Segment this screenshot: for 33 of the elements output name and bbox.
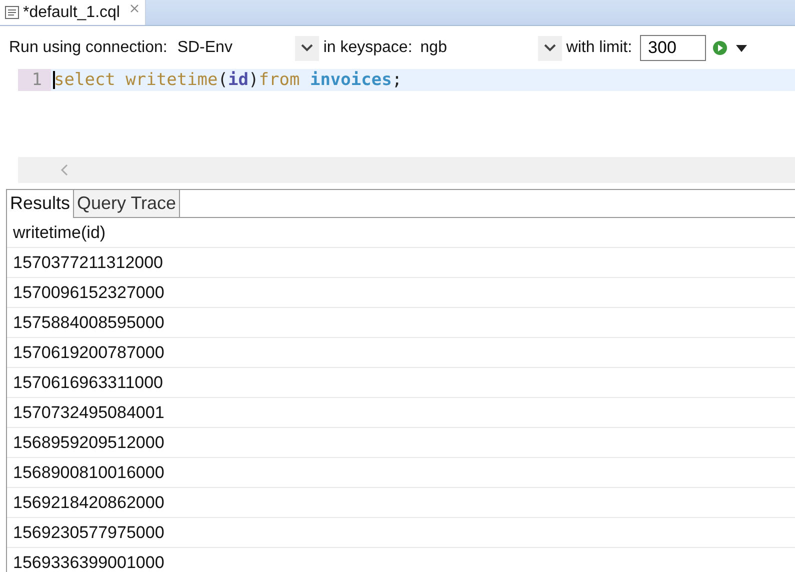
dropdown-arrow-icon[interactable] (736, 44, 748, 52)
table-cell: 1569230577975000 (13, 522, 164, 542)
scroll-left-icon[interactable] (60, 164, 68, 176)
table-cell: 1569218420862000 (13, 492, 164, 512)
table-cell: 1570732495084001 (13, 402, 164, 422)
run-icon[interactable] (712, 40, 728, 56)
table-cell: 1570616963311000 (13, 372, 164, 392)
table-cell: 1568900810016000 (13, 462, 164, 482)
limit-field[interactable]: 300 (640, 35, 706, 61)
table-cell: 1570096152327000 (13, 282, 164, 302)
table-cell: 1575884008595000 (13, 312, 164, 332)
result-tab[interactable]: Query Trace (74, 190, 180, 217)
table-cell: 1569336399001000 (13, 552, 164, 572)
result-tab[interactable]: Results (7, 190, 74, 218)
close-icon[interactable] (130, 4, 139, 13)
tab-title: *default_1.cql (23, 4, 120, 22)
chevron-down-icon (301, 44, 314, 52)
code-line: select writetime(id)from invoices; (54, 70, 402, 90)
keyspace-value: ngb (420, 39, 448, 57)
horizontal-scrollbar[interactable] (18, 157, 795, 183)
connection-dropdown[interactable] (295, 36, 320, 60)
chevron-down-icon (544, 44, 556, 52)
table-cell: 1570619200787000 (13, 342, 164, 362)
limit-label: with limit: (566, 39, 632, 57)
connection-label: Run using connection: (9, 39, 168, 57)
document-icon (5, 6, 19, 19)
line-number: 1 (18, 69, 51, 91)
table-cell: 1570377211312000 (13, 252, 164, 272)
connection-value: SD-Env (177, 39, 234, 57)
keyspace-dropdown[interactable] (538, 36, 562, 60)
column-header: writetime(id) (13, 222, 106, 242)
keyspace-label: in keyspace: (323, 39, 412, 57)
table-cell: 1568959209512000 (13, 432, 164, 452)
